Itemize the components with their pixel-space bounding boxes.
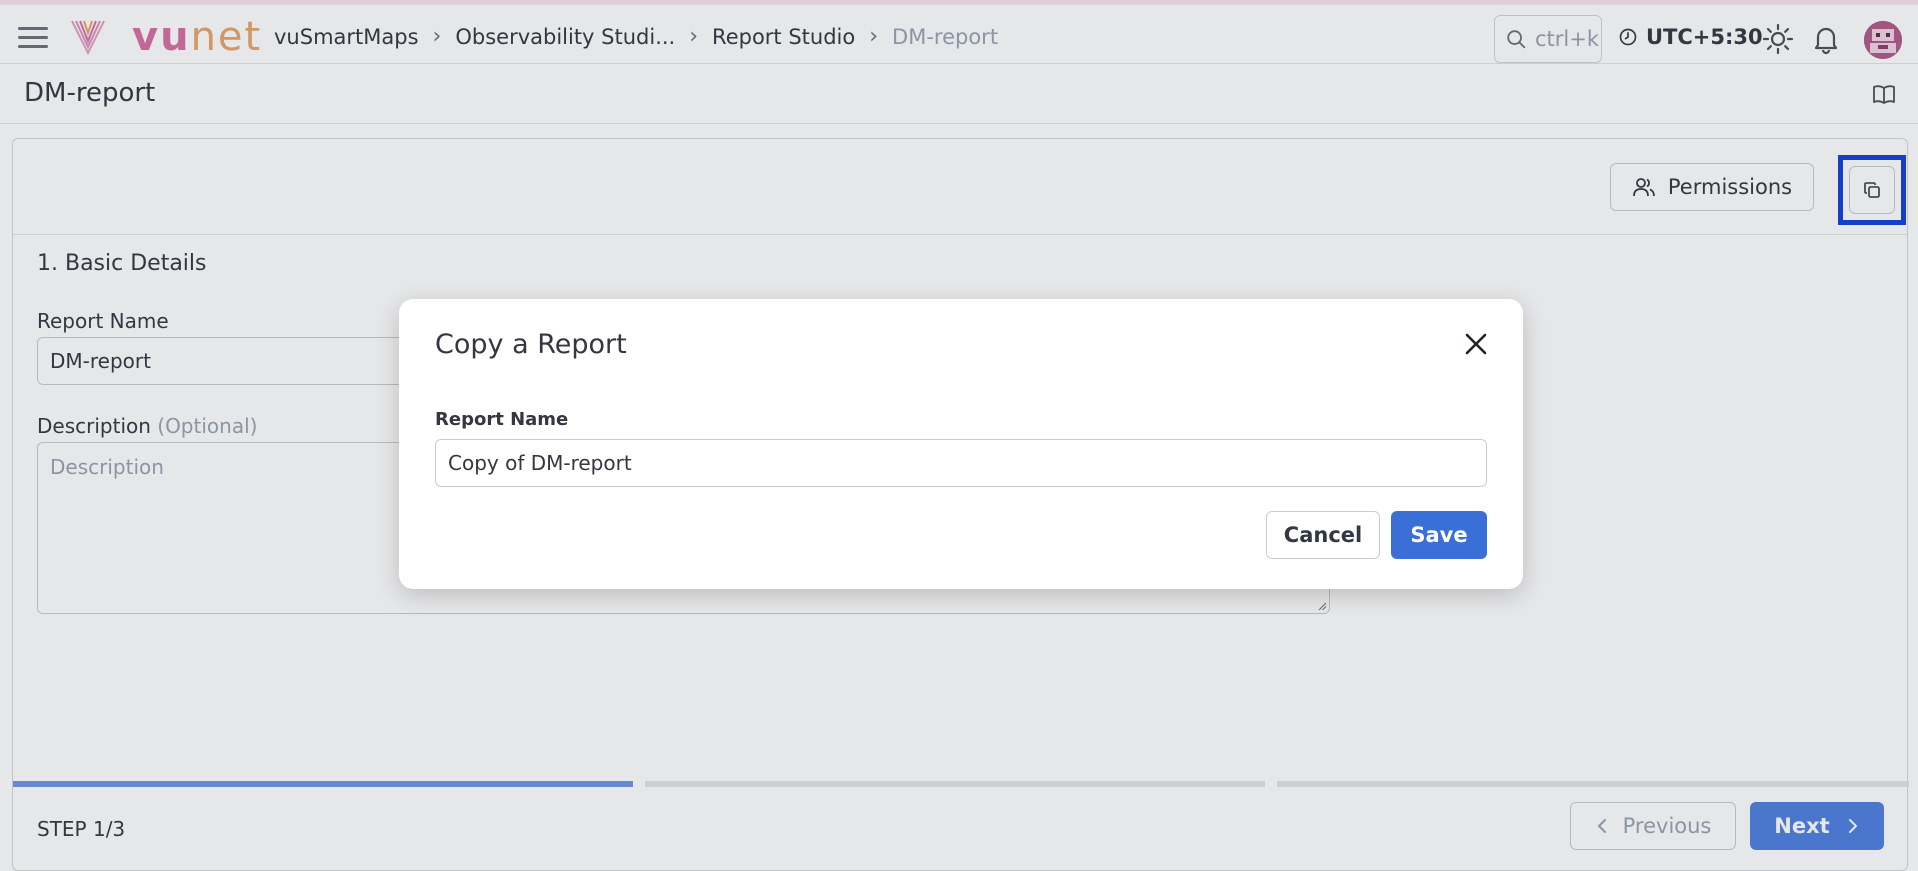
close-icon[interactable] — [1463, 331, 1489, 357]
save-button[interactable]: Save — [1391, 511, 1487, 559]
dialog-report-name-input[interactable] — [435, 439, 1487, 487]
dialog-report-name-label: Report Name — [435, 409, 569, 430]
dialog-title: Copy a Report — [435, 329, 627, 360]
copy-report-dialog: Copy a Report Report Name Cancel Save — [399, 299, 1523, 589]
cancel-button[interactable]: Cancel — [1266, 511, 1380, 559]
